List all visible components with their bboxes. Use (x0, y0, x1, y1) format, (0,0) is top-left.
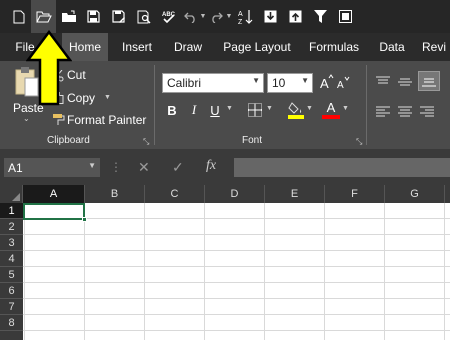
quick-access-toolbar: ABC ▼ ▼ AZ (0, 0, 450, 33)
row-header[interactable]: 8 (0, 315, 23, 331)
row-header[interactable]: 3 (0, 235, 23, 251)
bold-button[interactable]: B (162, 100, 182, 120)
pointer-arrow-icon (25, 29, 73, 111)
underline-dropdown-icon[interactable]: ▼ (226, 105, 233, 112)
print-preview-icon[interactable] (131, 0, 156, 33)
download-icon[interactable] (258, 0, 283, 33)
font-name-dropdown-icon[interactable]: ▼ (252, 76, 260, 85)
font-group-label: Font (242, 135, 263, 146)
row-header[interactable]: 7 (0, 299, 23, 315)
cancel-formula-button[interactable]: ✕ (138, 159, 150, 176)
row-header[interactable]: 1 (0, 203, 23, 219)
font-color-swatch (322, 115, 340, 119)
select-all-corner[interactable] (0, 185, 23, 203)
clipboard-group-label: Clipboard (47, 135, 90, 146)
paste-dropdown-icon[interactable]: ⌄ (23, 114, 30, 123)
redo-dropdown-icon[interactable]: ▼ (225, 0, 233, 33)
increase-font-size-icon[interactable]: A (320, 74, 334, 95)
open-icon[interactable] (56, 0, 81, 33)
name-box-value: A1 (8, 160, 23, 175)
underline-button[interactable]: U (205, 100, 225, 120)
undo-dropdown-icon[interactable]: ▼ (199, 0, 207, 33)
clipboard-launcher-icon[interactable]: ⤡ (143, 137, 149, 147)
font-color-dropdown-icon[interactable]: ▼ (342, 105, 349, 112)
name-box[interactable]: A1 ▼ (4, 158, 100, 177)
ribbon-separator (154, 65, 155, 145)
formula-bar-handle-icon[interactable]: ⋮ (110, 160, 122, 174)
align-left-icon[interactable] (376, 105, 390, 123)
svg-text:Z: Z (238, 19, 243, 25)
redo-icon[interactable] (207, 0, 225, 33)
borders-dropdown-icon[interactable]: ▼ (266, 105, 273, 112)
spelling-icon[interactable]: ABC (156, 0, 181, 33)
more-icon[interactable] (333, 0, 358, 33)
svg-text:A: A (337, 80, 344, 90)
font-size-value: 10 (272, 76, 286, 90)
fill-color-icon[interactable] (288, 101, 304, 124)
align-middle-icon[interactable] (398, 75, 412, 93)
formula-input[interactable] (234, 158, 450, 177)
column-header[interactable]: G (385, 185, 445, 203)
sort-icon[interactable]: AZ (233, 0, 258, 33)
tab-formulas[interactable]: Formulas (304, 33, 364, 61)
tab-insert[interactable]: Insert (114, 33, 160, 61)
column-header[interactable]: D (205, 185, 265, 203)
tab-review[interactable]: Revi (422, 33, 450, 61)
name-box-dropdown-icon[interactable]: ▼ (88, 161, 96, 170)
font-size-select[interactable]: 10 ▼ (267, 73, 313, 93)
column-headers: A B C D E F G (0, 185, 450, 203)
filter-icon[interactable] (308, 0, 333, 33)
copy-dropdown-icon[interactable]: ▼ (104, 94, 111, 101)
tab-page-layout[interactable]: Page Layout (220, 33, 294, 61)
tab-data[interactable]: Data (372, 33, 412, 61)
column-header[interactable]: B (85, 185, 145, 203)
font-launcher-icon[interactable]: ⤡ (356, 137, 362, 147)
row-header[interactable]: 6 (0, 283, 23, 299)
format-painter-icon[interactable] (52, 113, 65, 131)
align-right-icon[interactable] (420, 105, 434, 123)
italic-button[interactable]: I (184, 100, 204, 120)
font-size-dropdown-icon[interactable]: ▼ (301, 76, 309, 85)
align-top-icon[interactable] (376, 75, 390, 93)
format-painter-button[interactable]: Format Painter (67, 113, 146, 127)
save-as-icon[interactable] (106, 0, 131, 33)
new-file-icon[interactable] (6, 0, 31, 33)
upload-icon[interactable] (283, 0, 308, 33)
enter-formula-button[interactable]: ✓ (172, 159, 184, 176)
svg-text:A: A (320, 76, 329, 90)
font-color-letter: A (326, 100, 336, 115)
borders-icon[interactable] (248, 103, 262, 122)
column-header[interactable]: C (145, 185, 205, 203)
align-bottom-button[interactable] (418, 71, 440, 91)
row-headers: 1 2 3 4 5 6 7 8 (0, 203, 23, 340)
row-header[interactable]: 2 (0, 219, 23, 235)
save-icon[interactable] (81, 0, 106, 33)
decrease-font-size-icon[interactable]: A (337, 76, 351, 95)
cell-grid[interactable] (23, 203, 450, 340)
column-header[interactable]: E (265, 185, 325, 203)
column-header[interactable]: A (23, 185, 85, 203)
font-color-button[interactable]: A (322, 101, 340, 119)
font-name-value: Calibri (167, 76, 202, 90)
ribbon-separator (366, 65, 367, 145)
row-header[interactable]: 5 (0, 267, 23, 283)
fill-handle[interactable] (82, 217, 87, 222)
align-center-icon[interactable] (398, 105, 412, 123)
insert-function-button[interactable]: fx (206, 158, 216, 174)
svg-text:A: A (238, 11, 243, 18)
open-folder-icon[interactable] (31, 0, 56, 33)
selected-cell[interactable] (23, 203, 85, 220)
column-header[interactable]: F (325, 185, 385, 203)
row-header[interactable]: 4 (0, 251, 23, 267)
fill-color-dropdown-icon[interactable]: ▼ (306, 105, 313, 112)
tab-draw[interactable]: Draw (168, 33, 208, 61)
undo-icon[interactable] (181, 0, 199, 33)
font-name-select[interactable]: Calibri ▼ (162, 73, 264, 93)
